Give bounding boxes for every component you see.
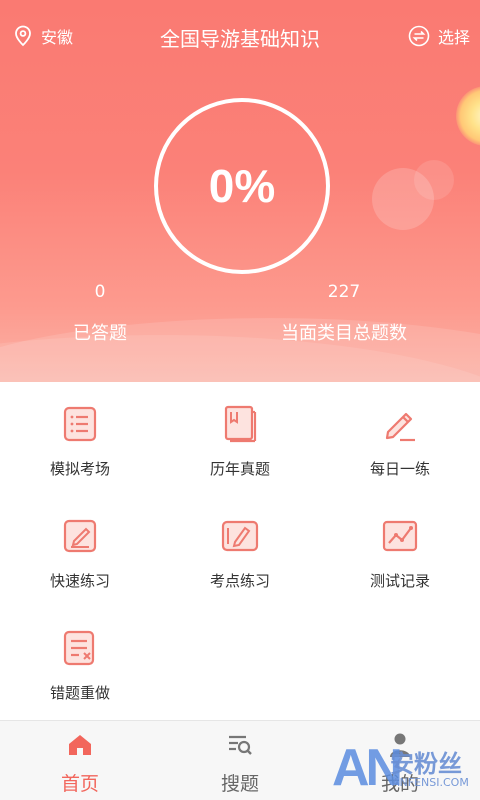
menu-item-daily-practice[interactable]: 每日一练 [320, 382, 480, 492]
top-bar: 安徽 全国导游基础知识 选择 [0, 18, 480, 58]
book-icon [224, 405, 257, 443]
progress-value: 0% [208, 160, 276, 212]
tab-home[interactable]: 首页 [0, 721, 160, 800]
answered-label: 已答题 [73, 323, 127, 344]
menu-item-label: 快速练习 [49, 572, 110, 590]
site-watermark: AN 安粉丝 ANFENSI.COM [332, 738, 480, 800]
total-stat: 227 当面类目总题数 [264, 282, 424, 345]
decor-bubble [414, 160, 454, 200]
choose-button[interactable]: 选择 [408, 24, 470, 48]
progress-ring: 0% [154, 98, 330, 274]
menu-item-test-records[interactable]: 测试记录 [320, 494, 480, 604]
home-icon [69, 735, 91, 755]
answered-count: 0 [94, 282, 106, 302]
menu-item-label: 历年真题 [209, 460, 270, 478]
menu-item-label: 每日一练 [369, 460, 430, 478]
menu-item-mock-exam[interactable]: 模拟考场 [0, 382, 160, 492]
menu-item-quick-practice[interactable]: 快速练习 [0, 494, 160, 604]
error-document-icon [63, 630, 95, 666]
chart-line-icon [382, 520, 418, 552]
menu-item-label: 模拟考场 [49, 460, 110, 478]
menu-item-label: 测试记录 [369, 572, 430, 590]
answered-stat: 0 已答题 [40, 282, 160, 345]
total-label: 当面类目总题数 [281, 323, 407, 344]
tablet-pen-icon [221, 520, 259, 552]
search-list-icon [229, 735, 252, 755]
pencil-icon [385, 412, 415, 442]
watermark-cn: 安粉丝 [390, 750, 462, 778]
menu-item-label: 考点练习 [209, 572, 270, 590]
decor-sun [456, 86, 480, 146]
hero-header: 安徽 全国导游基础知识 选择 0% 0 已答题 227 当面类目总题数 [0, 0, 480, 382]
tab-label: 搜题 [220, 773, 259, 795]
menu-item-label: 错题重做 [49, 684, 110, 702]
tab-search[interactable]: 搜题 [160, 721, 320, 800]
edit-document-icon [63, 519, 97, 553]
menu-item-redo-mistakes[interactable]: 错题重做 [0, 606, 160, 716]
menu-item-past-papers[interactable]: 历年真题 [160, 382, 320, 492]
menu-item-topic-practice[interactable]: 考点练习 [160, 494, 320, 604]
switch-icon [408, 25, 430, 47]
total-count: 227 [327, 282, 361, 302]
watermark-en: ANFENSI.COM [392, 776, 469, 789]
choose-label: 选择 [437, 28, 470, 47]
list-document-icon [63, 406, 97, 442]
tab-label: 首页 [60, 773, 99, 795]
